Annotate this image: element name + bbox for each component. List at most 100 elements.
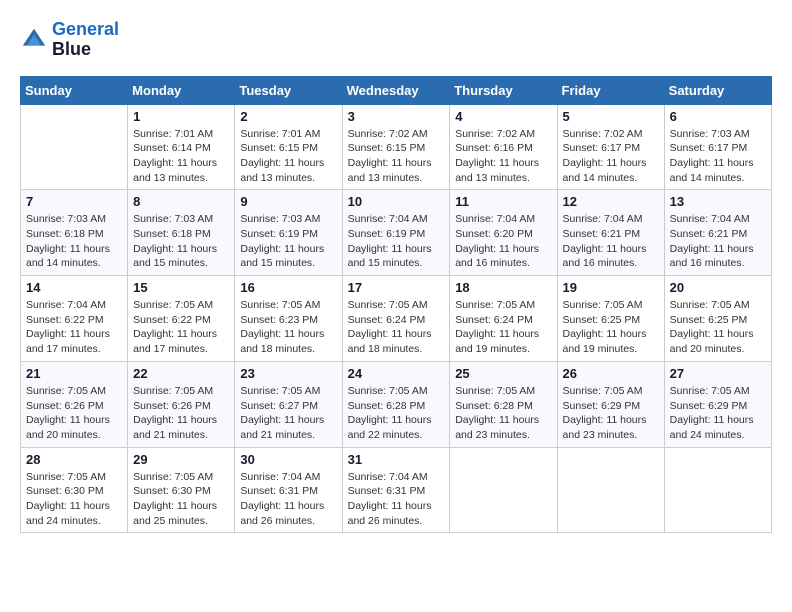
day-info: Sunrise: 7:05 AMSunset: 6:29 PMDaylight:… [563,384,659,443]
calendar-cell [21,104,128,190]
day-info: Sunrise: 7:05 AMSunset: 6:30 PMDaylight:… [26,470,122,529]
day-info: Sunrise: 7:04 AMSunset: 6:19 PMDaylight:… [348,212,445,271]
day-number: 28 [26,452,122,467]
calendar-cell [557,447,664,533]
day-number: 13 [670,194,766,209]
calendar-cell: 28 Sunrise: 7:05 AMSunset: 6:30 PMDayligh… [21,447,128,533]
day-number: 24 [348,366,445,381]
day-number: 8 [133,194,229,209]
day-info: Sunrise: 7:04 AMSunset: 6:21 PMDaylight:… [670,212,766,271]
day-info: Sunrise: 7:01 AMSunset: 6:15 PMDaylight:… [240,127,336,186]
day-number: 5 [563,109,659,124]
calendar-week-row: 7Sunrise: 7:03 AMSunset: 6:18 PMDaylight… [21,190,772,276]
weekday-header-cell: Monday [128,76,235,104]
calendar-cell: 12Sunrise: 7:04 AMSunset: 6:21 PMDayligh… [557,190,664,276]
day-number: 9 [240,194,336,209]
day-info: Sunrise: 7:01 AMSunset: 6:14 PMDaylight:… [133,127,229,186]
logo-icon [20,26,48,54]
day-number: 21 [26,366,122,381]
day-info: Sunrise: 7:02 AMSunset: 6:16 PMDaylight:… [455,127,551,186]
day-number: 17 [348,280,445,295]
day-info: Sunrise: 7:03 AMSunset: 6:17 PMDaylight:… [670,127,766,186]
day-info: Sunrise: 7:05 AMSunset: 6:27 PMDaylight:… [240,384,336,443]
calendar-cell: 1 Sunrise: 7:01 AMSunset: 6:14 PMDaylight… [128,104,235,190]
day-number: 1 [133,109,229,124]
day-info: Sunrise: 7:05 AMSunset: 6:22 PMDaylight:… [133,298,229,357]
calendar-table: SundayMondayTuesdayWednesdayThursdayFrid… [20,76,772,534]
day-number: 16 [240,280,336,295]
day-number: 20 [670,280,766,295]
day-info: Sunrise: 7:05 AMSunset: 6:24 PMDaylight:… [348,298,445,357]
calendar-cell: 21Sunrise: 7:05 AMSunset: 6:26 PMDayligh… [21,361,128,447]
calendar-cell: 30 Sunrise: 7:04 AMSunset: 6:31 PMDayligh… [235,447,342,533]
calendar-cell: 2 Sunrise: 7:01 AMSunset: 6:15 PMDaylight… [235,104,342,190]
day-number: 27 [670,366,766,381]
calendar-cell: 26Sunrise: 7:05 AMSunset: 6:29 PMDayligh… [557,361,664,447]
weekday-header-cell: Friday [557,76,664,104]
calendar-cell: 25Sunrise: 7:05 AMSunset: 6:28 PMDayligh… [450,361,557,447]
calendar-cell: 5 Sunrise: 7:02 AMSunset: 6:17 PMDaylight… [557,104,664,190]
day-number: 19 [563,280,659,295]
calendar-body: 1 Sunrise: 7:01 AMSunset: 6:14 PMDaylight… [21,104,772,533]
calendar-cell [664,447,771,533]
calendar-cell: 14 Sunrise: 7:04 AMSunset: 6:22 PMDayligh… [21,276,128,362]
calendar-cell: 17 Sunrise: 7:05 AMSunset: 6:24 PMDayligh… [342,276,450,362]
day-number: 12 [563,194,659,209]
day-info: Sunrise: 7:04 AMSunset: 6:20 PMDaylight:… [455,212,551,271]
day-number: 29 [133,452,229,467]
weekday-header-cell: Thursday [450,76,557,104]
calendar-cell: 24 Sunrise: 7:05 AMSunset: 6:28 PMDayligh… [342,361,450,447]
day-info: Sunrise: 7:05 AMSunset: 6:25 PMDaylight:… [670,298,766,357]
day-number: 11 [455,194,551,209]
calendar-cell: 15 Sunrise: 7:05 AMSunset: 6:22 PMDayligh… [128,276,235,362]
calendar-cell: 22 Sunrise: 7:05 AMSunset: 6:26 PMDayligh… [128,361,235,447]
day-number: 23 [240,366,336,381]
day-info: Sunrise: 7:04 AMSunset: 6:31 PMDaylight:… [240,470,336,529]
day-info: Sunrise: 7:05 AMSunset: 6:24 PMDaylight:… [455,298,551,357]
calendar-cell: 20 Sunrise: 7:05 AMSunset: 6:25 PMDayligh… [664,276,771,362]
day-info: Sunrise: 7:05 AMSunset: 6:25 PMDaylight:… [563,298,659,357]
day-info: Sunrise: 7:05 AMSunset: 6:28 PMDaylight:… [455,384,551,443]
weekday-header-cell: Sunday [21,76,128,104]
day-number: 22 [133,366,229,381]
calendar-cell: 13 Sunrise: 7:04 AMSunset: 6:21 PMDayligh… [664,190,771,276]
day-number: 3 [348,109,445,124]
day-number: 30 [240,452,336,467]
day-info: Sunrise: 7:05 AMSunset: 6:26 PMDaylight:… [133,384,229,443]
calendar-cell: 4 Sunrise: 7:02 AMSunset: 6:16 PMDaylight… [450,104,557,190]
calendar-week-row: 21 Sunrise: 7:05 AMSunset: 6:26 PMDayligh… [21,361,772,447]
calendar-cell: 16 Sunrise: 7:05 AMSunset: 6:23 PMDayligh… [235,276,342,362]
calendar-cell: 18 Sunrise: 7:05 AMSunset: 6:24 PMDayligh… [450,276,557,362]
day-info: Sunrise: 7:05 AMSunset: 6:29 PMDaylight:… [670,384,766,443]
weekday-header-row: SundayMondayTuesdayWednesdayThursdayFrid… [21,76,772,104]
calendar-cell: 23 Sunrise: 7:05 AMSunset: 6:27 PMDayligh… [235,361,342,447]
day-info: Sunrise: 7:03 AMSunset: 6:18 PMDaylight:… [26,212,122,271]
day-info: Sunrise: 7:05 AMSunset: 6:30 PMDaylight:… [133,470,229,529]
calendar-cell: 31 Sunrise: 7:04 AMSunset: 6:31 PMDayligh… [342,447,450,533]
day-number: 15 [133,280,229,295]
day-number: 6 [670,109,766,124]
day-info: Sunrise: 7:04 AMSunset: 6:31 PMDaylight:… [348,470,445,529]
calendar-week-row: 28 Sunrise: 7:05 AMSunset: 6:30 PMDayligh… [21,447,772,533]
day-info: Sunrise: 7:05 AMSunset: 6:28 PMDaylight:… [348,384,445,443]
weekday-header-cell: Wednesday [342,76,450,104]
day-info: Sunrise: 7:04 AMSunset: 6:22 PMDaylight:… [26,298,122,357]
calendar-cell: 11 Sunrise: 7:04 AMSunset: 6:20 PMDayligh… [450,190,557,276]
logo: GeneralBlue [20,20,119,60]
calendar-cell: 27 Sunrise: 7:05 AMSunset: 6:29 PMDayligh… [664,361,771,447]
day-info: Sunrise: 7:05 AMSunset: 6:23 PMDaylight:… [240,298,336,357]
day-number: 4 [455,109,551,124]
calendar-cell: 19 Sunrise: 7:05 AMSunset: 6:25 PMDayligh… [557,276,664,362]
day-number: 14 [26,280,122,295]
logo-text: GeneralBlue [52,20,119,60]
day-info: Sunrise: 7:02 AMSunset: 6:15 PMDaylight:… [348,127,445,186]
calendar-cell: 9 Sunrise: 7:03 AMSunset: 6:19 PMDaylight… [235,190,342,276]
day-number: 31 [348,452,445,467]
calendar-week-row: 14 Sunrise: 7:04 AMSunset: 6:22 PMDayligh… [21,276,772,362]
day-number: 2 [240,109,336,124]
calendar-cell: 3 Sunrise: 7:02 AMSunset: 6:15 PMDaylight… [342,104,450,190]
day-info: Sunrise: 7:03 AMSunset: 6:19 PMDaylight:… [240,212,336,271]
page-header: GeneralBlue [20,20,772,60]
day-number: 18 [455,280,551,295]
day-info: Sunrise: 7:02 AMSunset: 6:17 PMDaylight:… [563,127,659,186]
